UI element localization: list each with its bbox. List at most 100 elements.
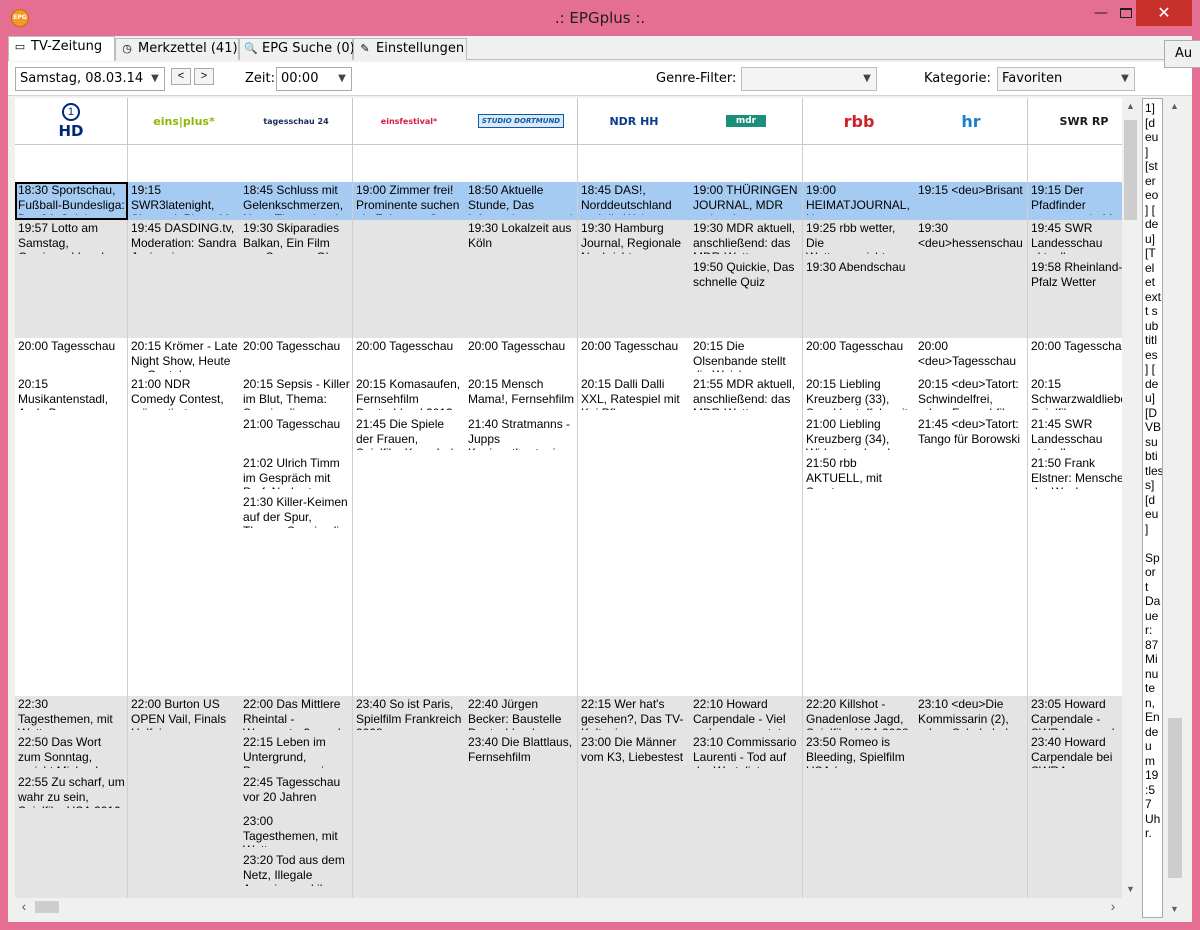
program-entry[interactable]: 20:15 Musikantenstadl, Andy Borg <box>18 377 125 410</box>
program-entry[interactable]: 22:10 Howard Carpendale - Viel zu lang g… <box>693 697 800 730</box>
program-entry[interactable]: 21:00 Tagesschau <box>243 417 350 432</box>
program-entry[interactable]: 21:45 <deu>Tatort: Tango für Borowski <box>918 417 1025 446</box>
program-cell[interactable]: 19:30 MDR aktuell, anschließend: das MDR… <box>690 220 803 338</box>
category-select[interactable]: Favoriten ▼ <box>997 67 1135 91</box>
program-cell[interactable]: 19:30 Hamburg Journal, Regionale Nachric… <box>578 220 691 338</box>
program-entry[interactable]: 19:25 rbb wetter, Die Wetteraussichten <box>806 221 913 254</box>
scroll-thumb[interactable] <box>35 901 59 913</box>
program-cell[interactable]: 23:40 So ist Paris, Spielfilm Frankreich… <box>353 696 466 898</box>
program-cell[interactable]: 18:45 Schluss mit Gelenkschmerzen, Neue … <box>240 182 353 220</box>
program-entry[interactable]: 19:30 Hamburg Journal, Regionale Nachric… <box>581 221 688 254</box>
program-entry[interactable]: 23:05 Howard Carpendale - SWR4 ganz nah <box>1031 697 1122 730</box>
channel-header[interactable]: eins|plus* <box>128 98 241 145</box>
program-entry[interactable]: 19:58 Rheinland-Pfalz Wetter <box>1031 260 1122 289</box>
program-entry[interactable]: 22:00 Das Mittlere Rheintal - Wasserstra… <box>243 697 350 730</box>
program-entry[interactable]: 23:10 <deu>Die Kommissarin (2), <deu>Sch… <box>918 697 1025 730</box>
program-entry[interactable]: 19:00 HEIMATJOURNAL, Heute aus <box>806 183 913 215</box>
scroll-thumb[interactable] <box>1124 120 1137 220</box>
program-entry[interactable]: 19:15 SWR3latenight, Show mit Pierre M. <box>131 183 238 215</box>
program-entry[interactable]: 20:15 Schwarzwaldliebe, Spielfilm <box>1031 377 1122 410</box>
program-entry[interactable]: 20:00 Tagesschau <box>1031 339 1122 354</box>
program-cell[interactable] <box>803 145 916 182</box>
program-cell[interactable]: 20:15 Krömer - Late Night Show, Heute zu… <box>128 338 241 696</box>
program-cell[interactable]: 22:30 Tagesthemen, mit Wetter 22:50 Das W… <box>15 696 128 898</box>
program-cell[interactable]: 19:30 <deu>hessenschau <box>915 220 1028 338</box>
description-scrollbar[interactable]: ▲ ▼ <box>1166 98 1184 918</box>
program-cell[interactable]: 22:40 Jürgen Becker: Baustelle Deutschla… <box>465 696 578 898</box>
program-entry[interactable]: 22:15 Wer hat's gesehen?, Das TV-Kultqui… <box>581 697 688 730</box>
program-entry[interactable]: 23:40 Die Blattlaus, Fernsehfilm <box>468 735 575 764</box>
update-button[interactable]: Au <box>1164 40 1200 68</box>
epg-grid[interactable]: 1 HD eins|plus* tagesschau 24 einsfestival* S… <box>15 98 1122 898</box>
program-cell[interactable]: 19:45 SWR Landesschau aktuell 19:58 Rhein… <box>1028 220 1122 338</box>
program-cell[interactable]: 20:00 Tagesschau 20:15 Dalli Dalli XXL, R… <box>578 338 691 696</box>
program-cell[interactable]: 19:15 Der Pfadfinder unterwegs in Mc <box>1028 182 1122 220</box>
channel-header[interactable]: 1 HD <box>15 98 128 145</box>
program-cell[interactable]: 18:50 Aktuelle Stunde, Das Informationsm… <box>465 182 578 220</box>
program-entry[interactable]: 19:15 Der Pfadfinder unterwegs in Mc <box>1031 183 1122 215</box>
program-cell[interactable]: 20:00 Tagesschau 20:15 Liebling Kreuzberg… <box>803 338 916 696</box>
program-cell[interactable]: 20:00 Tagesschau 20:15 Mensch Mama!, Fern… <box>465 338 578 696</box>
program-cell[interactable] <box>353 220 466 338</box>
scroll-left-icon[interactable]: ‹ <box>15 898 33 916</box>
program-entry[interactable]: 19:50 Quickie, Das schnelle Quiz <box>693 260 800 289</box>
program-entry[interactable]: 23:10 Commissario Laurenti - Tod auf der… <box>693 735 800 768</box>
program-cell[interactable] <box>1028 145 1122 182</box>
program-entry[interactable]: 22:00 Burton US OPEN Vail, Finals Halfpi… <box>131 697 238 730</box>
channel-header[interactable]: SWR RP <box>1028 98 1122 145</box>
date-select[interactable]: Samstag, 08.03.14 ▼ <box>15 67 165 91</box>
program-cell[interactable]: 19:25 rbb wetter, Die Wetteraussichten 19… <box>803 220 916 338</box>
program-cell[interactable] <box>915 145 1028 182</box>
program-entry[interactable]: 20:15 Die Olsenbande stellt die Weichen <box>693 339 800 372</box>
program-entry[interactable]: 22:40 Jürgen Becker: Baustelle Deutschla… <box>468 697 575 730</box>
program-cell[interactable]: 20:00 Tagesschau 20:15 Sepsis - Killer im… <box>240 338 353 696</box>
scroll-down-icon[interactable]: ▼ <box>1122 881 1139 898</box>
channel-header[interactable]: tagesschau 24 <box>240 98 353 145</box>
program-entry[interactable]: 23:50 Romeo is Bleeding, Spielfilm USA / <box>806 735 913 768</box>
program-entry[interactable]: 21:55 MDR aktuell, anschließend: das MDR… <box>693 377 800 410</box>
program-cell[interactable]: 19:00 HEIMATJOURNAL, Heute aus <box>803 182 916 220</box>
program-entry[interactable]: 20:00 Tagesschau <box>243 339 350 354</box>
program-cell[interactable]: 19:45 DASDING.tv, Moderation: Sandra Joz… <box>128 220 241 338</box>
close-button[interactable]: ✕ <box>1136 0 1192 26</box>
program-cell[interactable]: 19:15 SWR3latenight, Show mit Pierre M. <box>128 182 241 220</box>
program-cell[interactable] <box>465 145 578 182</box>
program-cell[interactable]: 22:00 Burton US OPEN Vail, Finals Halfpi… <box>128 696 241 898</box>
program-entry[interactable]: 23:20 Tod aus dem Netz, Illegale Arzneie… <box>243 853 350 886</box>
program-cell[interactable]: 20:00 Tagesschau 20:15 Schwarzwaldliebe, … <box>1028 338 1122 696</box>
program-entry[interactable]: 20:15 Sepsis - Killer im Blut, Thema: Se… <box>243 377 350 410</box>
program-entry[interactable]: 23:00 Tagesthemen, mit Wetter <box>243 814 350 847</box>
program-cell[interactable] <box>240 145 353 182</box>
program-entry[interactable]: 21:02 Ulrich Timm im Gespräch mit Prof. … <box>243 456 350 489</box>
channel-header[interactable]: hr <box>915 98 1028 145</box>
program-entry[interactable]: 18:45 Schluss mit Gelenkschmerzen, Neue … <box>243 183 350 215</box>
program-cell[interactable]: 18:30 Sportschau, Fußball-Bundesliga: De… <box>15 182 128 220</box>
channel-header[interactable]: einsfestival* <box>353 98 466 145</box>
tab-merkzettel[interactable]: ◷ Merkzettel (41) <box>115 38 239 60</box>
program-entry[interactable]: 20:00 Tagesschau <box>356 339 463 354</box>
program-cell[interactable] <box>15 145 128 182</box>
program-entry[interactable]: 19:30 Abendschau <box>806 260 913 275</box>
program-cell[interactable]: 19:30 Skiparadies Balkan, Ein Film von S… <box>240 220 353 338</box>
program-entry[interactable]: 21:00 Liebling Kreuzberg (34), Widerstan… <box>806 417 913 450</box>
program-entry[interactable]: 20:00 Tagesschau <box>581 339 688 354</box>
program-entry[interactable]: 23:40 Howard Carpendale bei SWR4 <box>1031 735 1122 768</box>
program-entry[interactable]: 23:40 So ist Paris, Spielfilm Frankreich… <box>356 697 463 730</box>
grid-vertical-scrollbar[interactable]: ▲ ▼ <box>1122 98 1139 898</box>
maximize-button[interactable] <box>1116 0 1136 26</box>
program-entry[interactable]: 20:00 Tagesschau <box>806 339 913 354</box>
program-entry[interactable]: 20:15 Krömer - Late Night Show, Heute zu… <box>131 339 238 372</box>
program-entry[interactable]: 19:30 Lokalzeit aus Köln <box>468 221 575 250</box>
program-cell[interactable]: 20:00 Tagesschau 20:15 Komasaufen, Fernse… <box>353 338 466 696</box>
program-cell[interactable]: 22:00 Das Mittlere Rheintal - Wasserstra… <box>240 696 353 898</box>
program-entry[interactable]: 19:30 Skiparadies Balkan, Ein Film von S… <box>243 221 350 254</box>
tab-tv-zeitung[interactable]: ▭ TV-Zeitung <box>8 36 115 61</box>
program-entry[interactable]: 18:45 DAS!, Norddeutschland und die Welt <box>581 183 688 215</box>
program-cell[interactable]: 22:15 Wer hat's gesehen?, Das TV-Kultqui… <box>578 696 691 898</box>
title-bar[interactable]: EPG .: EPGplus :. — ✕ <box>0 0 1200 36</box>
time-select[interactable]: 00:00 ▼ <box>276 67 352 91</box>
genre-filter-select[interactable]: ▼ <box>741 67 877 91</box>
program-cell[interactable]: 19:00 Zimmer frei! Prominente suchen ein… <box>353 182 466 220</box>
program-entry[interactable]: 23:00 Die Männer vom K3, Liebestest <box>581 735 688 764</box>
program-entry[interactable]: 20:15 Liebling Kreuzberg (33), Speckkart… <box>806 377 913 410</box>
